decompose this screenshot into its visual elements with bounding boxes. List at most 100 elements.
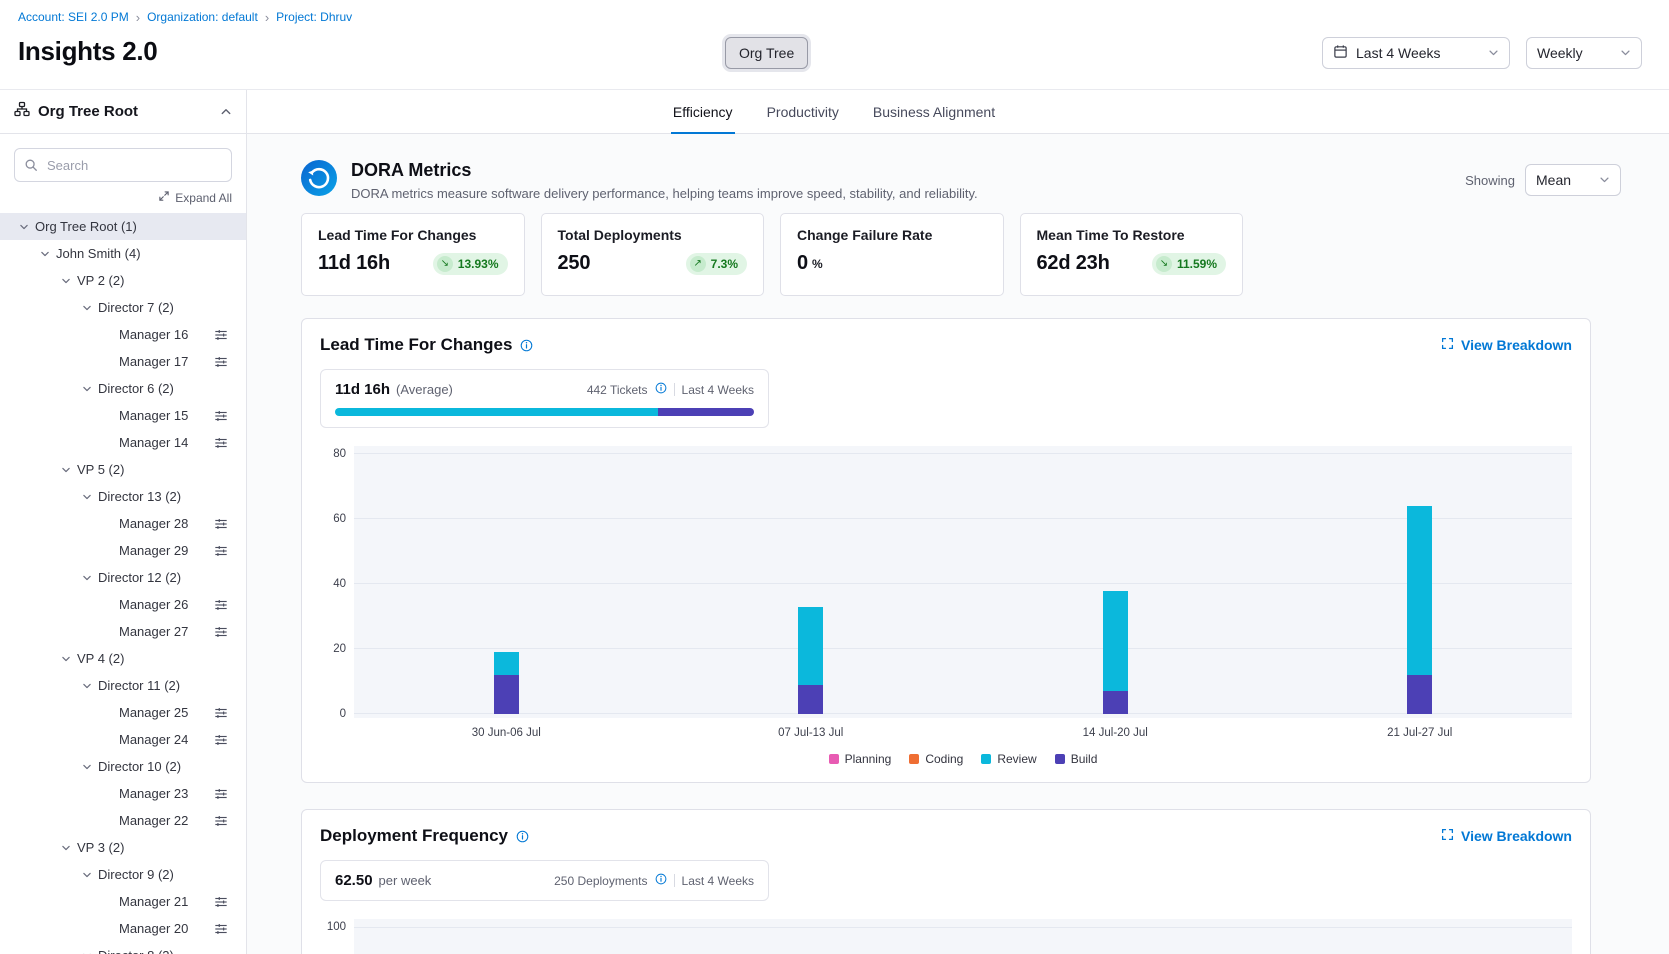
tree-item[interactable]: Manager 26 [0,591,246,618]
tree-item[interactable]: Manager 23 [0,780,246,807]
filter-icon[interactable] [214,787,228,801]
tree-item[interactable]: Manager 14 [0,429,246,456]
legend-item-review[interactable]: Review [981,752,1036,766]
tree-item[interactable]: Manager 21 [0,888,246,915]
tree-item[interactable]: Manager 16 [0,321,246,348]
filter-icon[interactable] [214,733,228,747]
info-icon[interactable] [655,382,667,397]
bar-segment-review [494,652,519,675]
filter-icon[interactable] [214,706,228,720]
info-icon[interactable] [655,873,667,888]
chevron-down-icon[interactable] [82,303,98,313]
search-icon [24,158,38,172]
trend-delta: 11.59% [1177,257,1217,271]
filter-icon[interactable] [214,814,228,828]
tree-item[interactable]: Manager 17 [0,348,246,375]
chevron-down-icon[interactable] [82,573,98,583]
breadcrumb-link[interactable]: Organization: default [147,10,258,24]
metric-value-row: 0% [797,252,987,275]
tree-item[interactable]: Director 12 (2) [0,564,246,591]
filter-icon[interactable] [214,625,228,639]
expand-corners-icon [1441,828,1454,844]
org-tree-toggle-label: Org Tree [739,45,794,61]
expand-all-label: Expand All [175,191,232,205]
tree-item-label: Director 13 (2) [98,489,181,504]
tree-item[interactable]: Manager 15 [0,402,246,429]
filter-icon[interactable] [214,922,228,936]
expand-all-button[interactable]: Expand All [14,190,232,205]
tree-item[interactable]: John Smith (4) [0,240,246,267]
bar-segment-build [1407,675,1432,714]
date-range-select[interactable]: Last 4 Weeks [1322,37,1510,69]
tree-item[interactable]: VP 2 (2) [0,267,246,294]
chevron-down-icon[interactable] [82,951,98,954]
chevron-down-icon[interactable] [19,222,35,232]
bar-segment-review [1407,506,1432,675]
tree-item[interactable]: Manager 20 [0,915,246,942]
tree-item[interactable]: VP 3 (2) [0,834,246,861]
y-axis-label: 20 [314,644,346,654]
metric-value: 11d 16h [318,252,390,275]
filter-icon[interactable] [214,517,228,531]
view-breakdown-button[interactable]: View Breakdown [1441,828,1572,844]
chevron-down-icon[interactable] [61,843,77,853]
tree-item[interactable]: Org Tree Root (1) [0,213,246,240]
header-controls: Last 4 Weeks Weekly [1322,37,1642,69]
filter-icon[interactable] [214,598,228,612]
tree-item[interactable]: Manager 27 [0,618,246,645]
tree-item[interactable]: VP 5 (2) [0,456,246,483]
expand-all-icon [158,190,170,205]
chevron-down-icon[interactable] [82,681,98,691]
tree-item[interactable]: Director 8 (2) [0,942,246,954]
showing-select[interactable]: Mean [1525,164,1621,196]
tree-item[interactable]: Manager 22 [0,807,246,834]
info-icon[interactable] [520,339,533,352]
calendar-icon [1333,44,1348,62]
tickets-count: 442 Tickets [587,383,648,397]
tab-efficiency[interactable]: Efficiency [671,90,735,133]
legend-item-build[interactable]: Build [1055,752,1098,766]
breadcrumb-link[interactable]: Project: Dhruv [276,10,352,24]
chevron-down-icon[interactable] [82,384,98,394]
y-axis-label: 0 [314,709,346,719]
chevron-down-icon[interactable] [82,870,98,880]
org-tree-toggle-button[interactable]: Org Tree [725,37,808,69]
filter-icon[interactable] [214,328,228,342]
filter-icon[interactable] [214,355,228,369]
chevron-down-icon[interactable] [61,465,77,475]
chevron-down-icon[interactable] [82,492,98,502]
tree-item[interactable]: Director 13 (2) [0,483,246,510]
search-input[interactable] [14,148,232,182]
divider [674,383,675,396]
view-breakdown-button[interactable]: View Breakdown [1441,337,1572,353]
legend-item-planning[interactable]: Planning [829,752,892,766]
chevron-down-icon[interactable] [40,249,56,259]
x-axis-label: 30 Jun-06 Jul [354,727,659,739]
granularity-select[interactable]: Weekly [1526,37,1642,69]
tree-item[interactable]: Manager 28 [0,510,246,537]
legend-item-coding[interactable]: Coding [909,752,963,766]
info-icon[interactable] [516,830,529,843]
tree-item[interactable]: Manager 29 [0,537,246,564]
tab-business-alignment[interactable]: Business Alignment [871,90,997,133]
deployment-chart-plot: 100 [354,919,1572,954]
filter-icon[interactable] [214,544,228,558]
filter-icon[interactable] [214,409,228,423]
tree-item[interactable]: Director 11 (2) [0,672,246,699]
chevron-up-icon[interactable] [220,106,232,118]
tree-item[interactable]: Manager 24 [0,726,246,753]
filter-icon[interactable] [214,436,228,450]
view-breakdown-label: View Breakdown [1461,828,1572,844]
chevron-down-icon[interactable] [82,762,98,772]
breadcrumb-link[interactable]: Account: SEI 2.0 PM [18,10,129,24]
chevron-down-icon[interactable] [61,276,77,286]
tab-productivity[interactable]: Productivity [765,90,841,133]
chevron-down-icon[interactable] [61,654,77,664]
tree-item[interactable]: Manager 25 [0,699,246,726]
tree-item[interactable]: VP 4 (2) [0,645,246,672]
filter-icon[interactable] [214,895,228,909]
tree-item[interactable]: Director 6 (2) [0,375,246,402]
tree-item[interactable]: Director 7 (2) [0,294,246,321]
tree-item[interactable]: Director 9 (2) [0,861,246,888]
tree-item[interactable]: Director 10 (2) [0,753,246,780]
